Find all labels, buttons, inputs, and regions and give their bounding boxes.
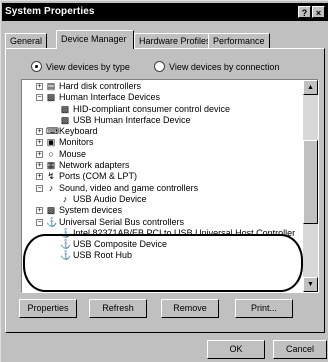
- tree-item-label: USB Composite Device: [73, 239, 168, 250]
- system-properties-window: System Properties ? × General Device Man…: [0, 0, 328, 362]
- tree-item-label: Sound, video and game controllers: [59, 182, 199, 193]
- properties-button[interactable]: Properties: [19, 299, 77, 318]
- expand-icon[interactable]: +: [36, 150, 43, 158]
- refresh-button[interactable]: Refresh: [89, 299, 147, 318]
- tree-item-label: USB Root Hub: [73, 250, 133, 261]
- hid-device-icon: ▩: [60, 103, 70, 114]
- tree-item-network-adapters[interactable]: + ▦ Network adapters: [22, 160, 300, 171]
- tree-item-ports[interactable]: + ↯ Ports (COM & LPT): [22, 171, 300, 182]
- tree-item-label: Universal Serial Bus controllers: [59, 216, 185, 227]
- monitor-icon: ▣: [46, 137, 56, 148]
- help-button[interactable]: ?: [298, 6, 311, 18]
- view-by-connection-option[interactable]: View devices by connection: [154, 61, 279, 73]
- usb-icon: ⚓: [60, 239, 72, 250]
- view-by-type-label: View devices by type: [46, 62, 130, 72]
- keyboard-icon: ⌨: [46, 126, 59, 137]
- title-bar: System Properties ? ×: [2, 3, 328, 21]
- close-button[interactable]: ×: [312, 6, 325, 18]
- expand-icon[interactable]: +: [36, 139, 43, 147]
- sound-icon: ♪: [48, 182, 54, 193]
- tree-item-label: Intel 82371AB/EB PCI to USB Universal Ho…: [73, 227, 296, 238]
- view-by-connection-radio[interactable]: [154, 61, 165, 72]
- tree-item-hard-disk-controllers[interactable]: + ▤ Hard disk controllers: [22, 81, 300, 92]
- view-by-type-radio[interactable]: [31, 61, 42, 72]
- collapse-icon[interactable]: −: [36, 94, 43, 102]
- tree-item-label: USB Human Interface Device: [73, 114, 191, 125]
- scroll-down-arrow-icon[interactable]: ▼: [303, 277, 318, 292]
- tree-item-label: System devices: [59, 205, 123, 216]
- tree-item-label: Ports (COM & LPT): [59, 171, 138, 182]
- audio-device-icon: ♪: [62, 193, 68, 204]
- tree-item-usb-root-hub[interactable]: ⚓ USB Root Hub: [22, 250, 300, 261]
- tree-item-label: Keyboard: [59, 126, 98, 137]
- tab-performance[interactable]: Performance: [208, 33, 270, 48]
- tree-item-label: Network adapters: [59, 160, 130, 171]
- device-tree[interactable]: + ▤ Hard disk controllers − ▩ Human Inte…: [21, 79, 319, 293]
- usb-icon: ⚓: [60, 227, 72, 238]
- port-icon: ↯: [47, 171, 55, 182]
- scroll-thumb[interactable]: [303, 140, 318, 224]
- tree-item-keyboard[interactable]: + ⌨ Keyboard: [22, 126, 300, 137]
- usb-icon: ⚓: [60, 250, 72, 261]
- tree-item-monitors[interactable]: + ▣ Monitors: [22, 137, 300, 148]
- tree-item-mouse[interactable]: + ○ Mouse: [22, 149, 300, 160]
- tree-item-label: Human Interface Devices: [59, 92, 161, 103]
- system-device-icon: ▩: [46, 205, 56, 216]
- window-title: System Properties: [5, 6, 95, 17]
- hid-device-icon: ▩: [60, 114, 70, 125]
- tree-item-human-interface-devices[interactable]: − ▩ Human Interface Devices: [22, 92, 300, 103]
- tree-item-sound-video-game[interactable]: − ♪ Sound, video and game controllers: [22, 183, 300, 194]
- tree-item-label: Hard disk controllers: [59, 81, 142, 91]
- ok-button[interactable]: OK: [207, 340, 265, 359]
- network-adapter-icon: ▦: [46, 160, 56, 171]
- hid-icon: ▩: [46, 92, 56, 103]
- collapse-icon[interactable]: −: [36, 184, 43, 192]
- tree-item-intel-usb-host-controller[interactable]: ⚓ Intel 82371AB/EB PCI to USB Universal …: [22, 228, 300, 239]
- tree-item-usb-hid[interactable]: ▩ USB Human Interface Device: [22, 115, 300, 126]
- cancel-button[interactable]: Cancel: [273, 340, 327, 359]
- view-by-connection-label: View devices by connection: [169, 62, 280, 72]
- tree-item-usb-controllers[interactable]: − ⚓ Universal Serial Bus controllers: [22, 217, 300, 228]
- tree-item-label: HID-compliant consumer control device: [73, 103, 231, 114]
- expand-icon[interactable]: +: [36, 162, 43, 170]
- tree-scrollbar[interactable]: ▲ ▼: [303, 80, 318, 292]
- view-by-type-option[interactable]: View devices by type: [31, 61, 130, 73]
- mouse-icon: ○: [48, 148, 54, 159]
- expand-icon[interactable]: +: [36, 207, 43, 215]
- expand-icon[interactable]: +: [36, 173, 43, 181]
- tree-item-usb-audio-device[interactable]: ♪ USB Audio Device: [22, 194, 300, 205]
- tab-device-manager[interactable]: Device Manager: [56, 30, 134, 49]
- remove-button[interactable]: Remove: [161, 299, 219, 318]
- expand-icon[interactable]: +: [36, 83, 43, 90]
- expand-icon[interactable]: +: [36, 128, 43, 136]
- tree-item-label: Monitors: [59, 137, 94, 148]
- disk-controller-icon: ▤: [46, 81, 56, 91]
- tree-item-system-devices[interactable]: + ▩ System devices: [22, 205, 300, 216]
- tab-hardware-profiles[interactable]: Hardware Profiles: [134, 33, 216, 48]
- tree-item-usb-composite-device[interactable]: ⚓ USB Composite Device: [22, 239, 300, 250]
- tree-item-label: Mouse: [59, 148, 87, 159]
- tree-item-hid-consumer-control[interactable]: ▩ HID-compliant consumer control device: [22, 104, 300, 115]
- collapse-icon[interactable]: −: [36, 218, 43, 226]
- print-button[interactable]: Print...: [235, 299, 293, 318]
- tree-item-label: USB Audio Device: [73, 193, 147, 204]
- usb-icon: ⚓: [46, 216, 58, 227]
- tab-general[interactable]: General: [5, 33, 48, 48]
- scroll-up-arrow-icon[interactable]: ▲: [303, 80, 318, 95]
